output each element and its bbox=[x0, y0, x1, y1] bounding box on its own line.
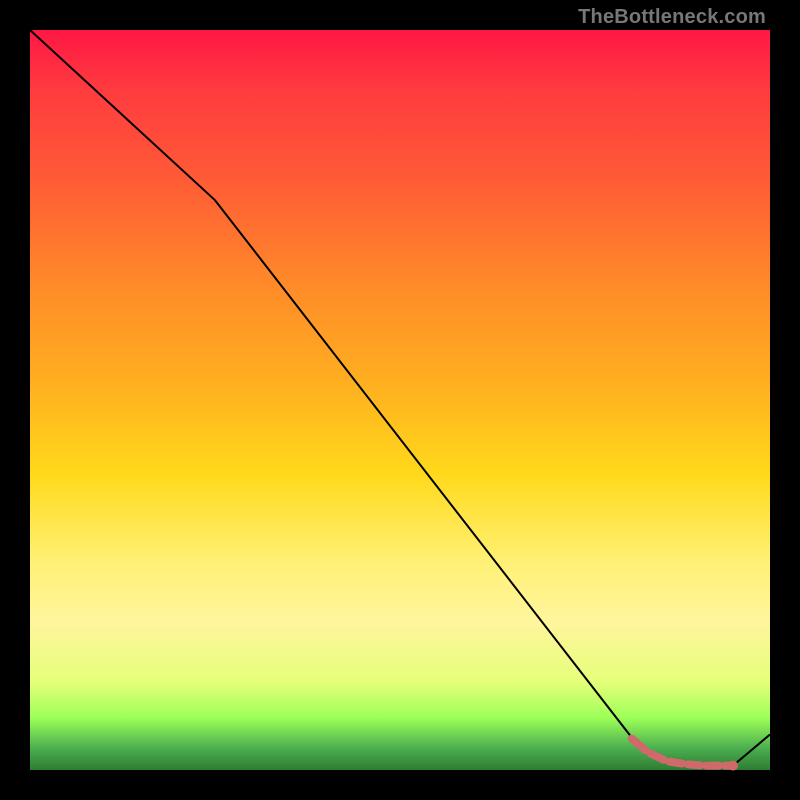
chart-frame: TheBottleneck.com bbox=[0, 0, 800, 800]
main-series bbox=[30, 30, 770, 766]
main-line bbox=[30, 30, 770, 766]
plot-svg bbox=[30, 30, 770, 770]
plot-area bbox=[30, 30, 770, 770]
watermark-text: TheBottleneck.com bbox=[578, 6, 766, 29]
dash-segment bbox=[688, 764, 701, 765]
dash-segment bbox=[632, 739, 646, 751]
dash-segment bbox=[669, 762, 682, 764]
dash-segment bbox=[651, 754, 664, 760]
dash-end-dot bbox=[728, 761, 738, 771]
dashed-highlight bbox=[632, 739, 738, 771]
